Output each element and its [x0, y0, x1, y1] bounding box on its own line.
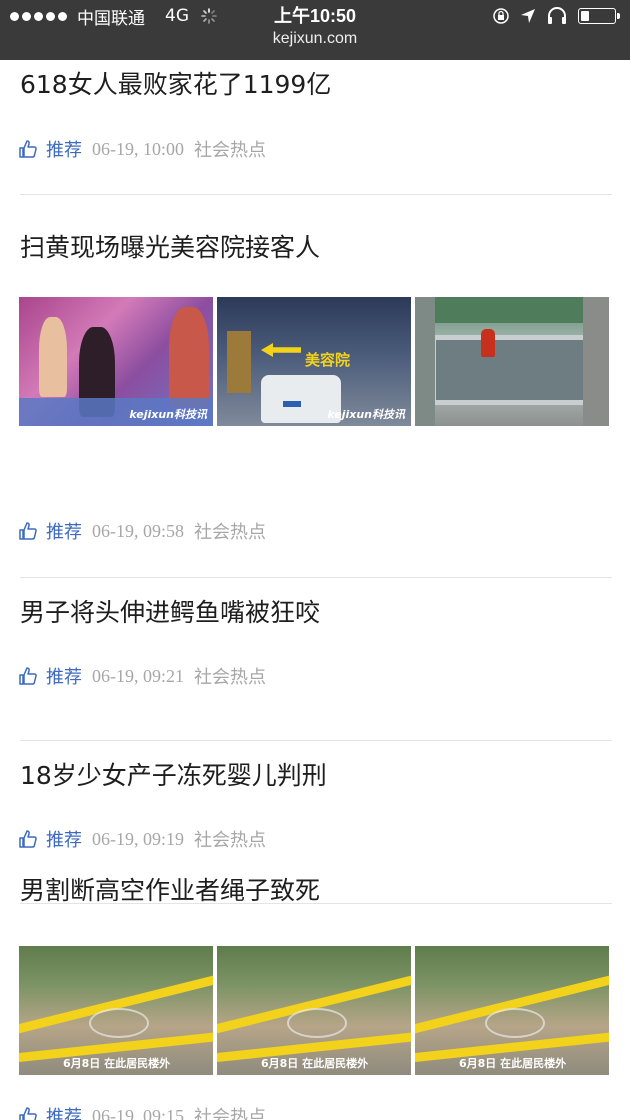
recommend-label: 推荐	[46, 140, 82, 161]
recommend-label: 推荐	[46, 1107, 82, 1120]
recommend-label: 推荐	[46, 522, 82, 543]
category-label: 社会热点	[194, 522, 266, 543]
publish-time: 06-19, 09:15	[92, 1105, 184, 1120]
battery-icon	[578, 8, 620, 24]
publish-time: 06-19, 09:58	[92, 520, 184, 541]
thumbs-up-icon	[19, 522, 37, 540]
page-url: kejixun.com	[272, 30, 358, 47]
category-label: 社会热点	[194, 667, 266, 688]
news-title[interactable]: 618女人最败家花了1199亿	[20, 68, 610, 102]
thumbs-up-icon	[19, 1107, 37, 1120]
image-watermark: kejixun科技讯	[327, 408, 405, 421]
category-label: 社会热点	[194, 1107, 266, 1120]
recommend-label: 推荐	[46, 667, 82, 688]
status-bar: 中国联通 4G 上午10:50 kejixun.com	[0, 0, 630, 60]
news-meta: 推荐 06-19, 09:19 社会热点	[18, 827, 266, 851]
news-image[interactable]: 6月8日 在此居民楼外	[217, 946, 411, 1075]
news-image[interactable]	[415, 297, 609, 426]
image-caption: 美容院	[305, 351, 351, 369]
image-caption: 6月8日 在此居民楼外	[63, 1057, 171, 1070]
category-label: 社会热点	[194, 140, 266, 161]
publish-time: 06-19, 09:19	[92, 828, 184, 849]
news-meta: 推荐 06-19, 09:58 社会热点	[18, 519, 266, 543]
news-image[interactable]: 美容院 kejixun科技讯	[217, 297, 411, 426]
divider	[20, 194, 612, 195]
news-meta: 推荐 06-19, 09:15 社会热点	[18, 1104, 266, 1120]
news-title[interactable]: 男子将头伸进鳄鱼嘴被狂咬	[20, 596, 610, 630]
headphones-icon	[548, 7, 566, 24]
divider	[20, 577, 612, 578]
recommend-label: 推荐	[46, 830, 82, 851]
divider	[20, 740, 612, 741]
image-caption: 6月8日 在此居民楼外	[459, 1057, 567, 1070]
news-meta: 推荐 06-19, 10:00 社会热点	[18, 137, 266, 161]
news-image-row[interactable]: 6月8日 在此居民楼外 6月8日 在此居民楼外 6月8日 在此居民楼外	[19, 946, 609, 1075]
news-title[interactable]: 男割断高空作业者绳子致死	[20, 874, 610, 908]
news-title[interactable]: 扫黄现场曝光美容院接客人	[20, 231, 610, 265]
publish-time: 06-19, 09:21	[92, 665, 184, 686]
location-arrow-icon	[521, 9, 535, 23]
news-title[interactable]: 18岁少女产子冻死婴儿判刑	[20, 759, 610, 793]
news-meta: 推荐 06-19, 09:21 社会热点	[18, 664, 266, 688]
thumbs-up-icon	[19, 830, 37, 848]
category-label: 社会热点	[194, 830, 266, 851]
news-image[interactable]: kejixun科技讯	[19, 297, 213, 426]
thumbs-up-icon	[19, 140, 37, 158]
news-image[interactable]: 6月8日 在此居民楼外	[415, 946, 609, 1075]
news-image-row[interactable]: kejixun科技讯 美容院 kejixun科技讯	[19, 297, 609, 426]
thumbs-up-icon	[19, 667, 37, 685]
image-watermark: kejixun科技讯	[129, 408, 207, 421]
image-caption: 6月8日 在此居民楼外	[261, 1057, 369, 1070]
news-image[interactable]: 6月8日 在此居民楼外	[19, 946, 213, 1075]
publish-time: 06-19, 10:00	[92, 138, 184, 159]
orientation-lock-icon	[493, 8, 509, 24]
